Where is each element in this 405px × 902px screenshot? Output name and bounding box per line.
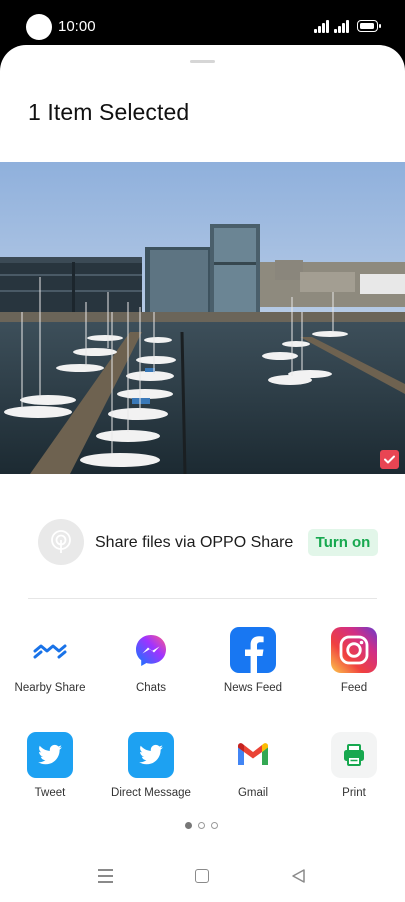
page-title: 1 Item Selected <box>28 99 190 125</box>
camera-cutout <box>26 14 52 40</box>
twitter-icon <box>128 732 174 778</box>
battery-icon <box>357 20 381 32</box>
print-icon <box>331 732 377 778</box>
oppo-share-label: Share files via OPPO Share <box>95 534 294 551</box>
signal-icon <box>334 20 350 33</box>
harbor-photo <box>0 162 405 474</box>
messenger-icon <box>128 627 174 673</box>
status-time: 10:00 <box>58 18 96 35</box>
page-dot[interactable] <box>198 822 205 829</box>
page-dot-active[interactable] <box>185 822 192 829</box>
app-label: Feed <box>340 682 368 694</box>
home-button[interactable] <box>195 869 209 883</box>
facebook-icon <box>230 627 276 673</box>
share-sheet: 1 Item Selected Share files via OPPO Sha… <box>0 45 405 902</box>
selected-photo[interactable] <box>0 162 405 474</box>
page-dot[interactable] <box>211 822 218 829</box>
drag-handle[interactable] <box>190 60 215 63</box>
selected-check-icon[interactable] <box>380 450 399 469</box>
gmail-icon <box>230 732 276 778</box>
status-bar: 10:00 <box>0 0 405 50</box>
recents-button[interactable] <box>98 869 113 883</box>
divider <box>28 598 377 599</box>
back-button[interactable] <box>291 868 306 889</box>
turn-on-button[interactable]: Turn on <box>308 529 378 556</box>
app-label: Print <box>342 787 366 799</box>
nearby-share-icon <box>27 627 73 673</box>
twitter-icon <box>27 732 73 778</box>
signal-icon <box>314 20 330 33</box>
oppo-share-icon <box>38 519 84 565</box>
instagram-icon <box>331 627 377 673</box>
